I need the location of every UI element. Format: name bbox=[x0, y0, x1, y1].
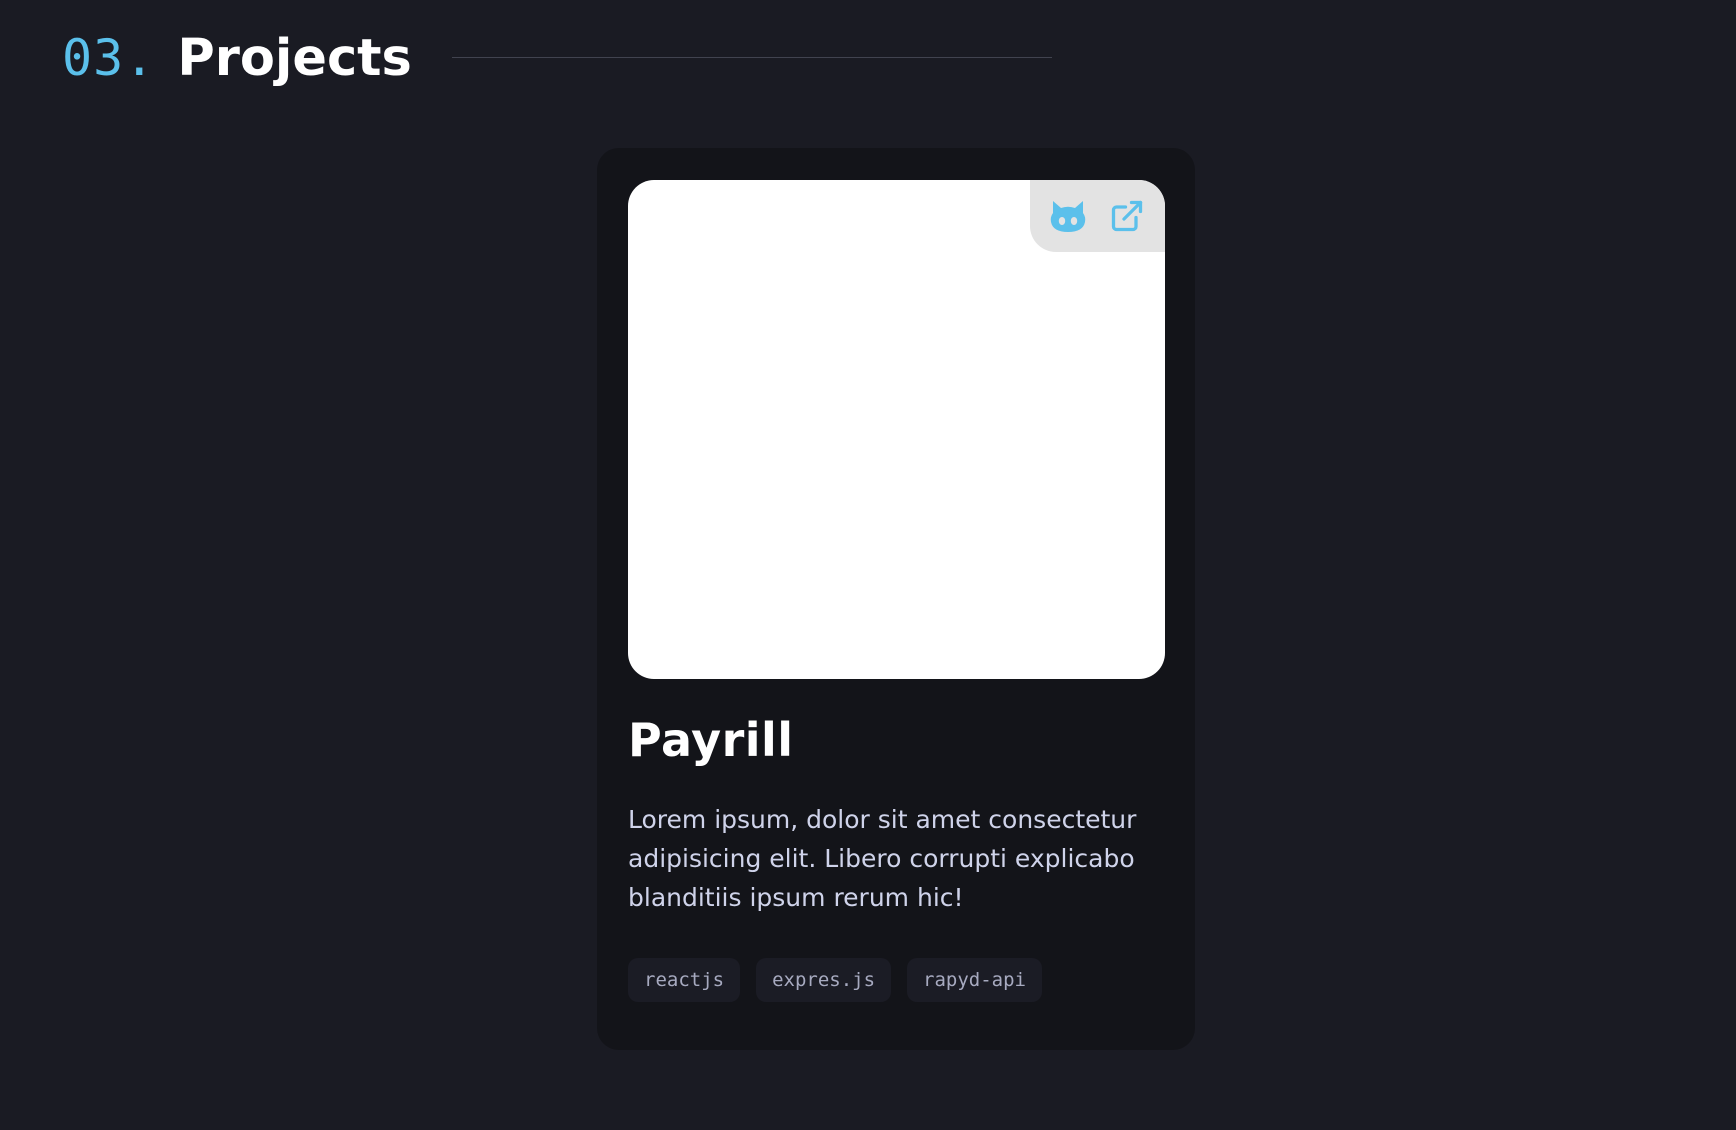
section-title: Projects bbox=[177, 28, 412, 88]
project-tags: reactjs expres.js rapyd-api bbox=[628, 958, 1042, 1002]
section-divider bbox=[452, 57, 1052, 58]
tag-reactjs: reactjs bbox=[628, 958, 741, 1002]
section-number: 03. bbox=[62, 29, 156, 87]
project-image bbox=[628, 180, 1165, 679]
github-link-button[interactable] bbox=[1046, 194, 1090, 238]
external-link-icon bbox=[1112, 200, 1143, 232]
tag-expressjs: expres.js bbox=[756, 958, 892, 1002]
github-icon bbox=[1050, 201, 1085, 232]
project-links bbox=[1030, 180, 1165, 252]
external-link-button[interactable] bbox=[1105, 194, 1149, 238]
project-title: Payrill bbox=[628, 713, 794, 767]
project-description: Lorem ipsum, dolor sit amet consectetur … bbox=[628, 805, 1137, 912]
section-header: 03. Projects bbox=[62, 26, 412, 90]
projects-page: 03. Projects Payrill Lorem ipsum, dolor … bbox=[0, 0, 1736, 1130]
tag-rapyd-api: rapyd-api bbox=[907, 958, 1042, 1002]
project-card: Payrill Lorem ipsum, dolor sit amet cons… bbox=[597, 148, 1195, 1050]
